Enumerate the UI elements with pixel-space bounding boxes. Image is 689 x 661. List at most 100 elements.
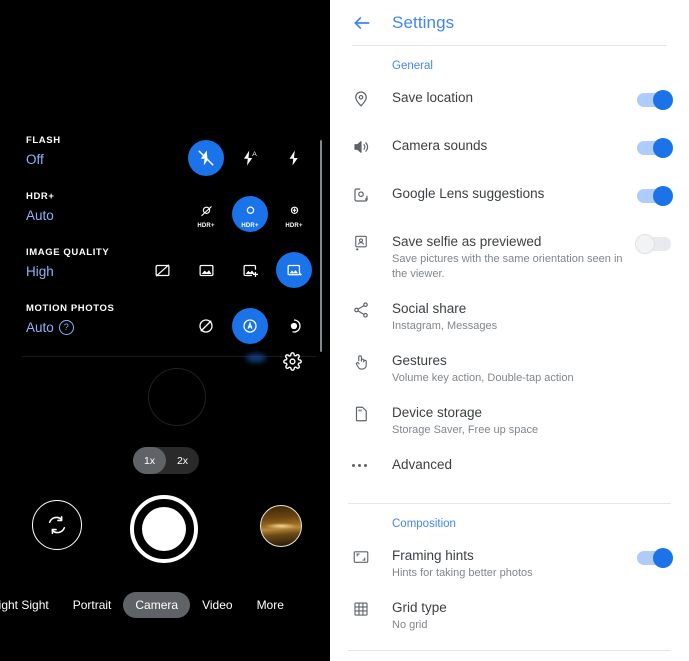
toggle-google-lens-suggestions[interactable] (637, 186, 673, 206)
switch-camera-icon[interactable] (32, 500, 82, 550)
image-off-icon[interactable] (144, 252, 180, 288)
toggle-knob (653, 186, 673, 206)
settings-row-advanced-text: Advanced (392, 456, 671, 474)
settings-row-social-share[interactable]: Social share Instagram, Messages (330, 291, 689, 343)
image-high-icon[interactable] (276, 252, 312, 288)
hdr-off-sublabel: HDR+ (197, 223, 215, 229)
back-arrow-icon[interactable] (352, 13, 372, 33)
settings-row-google-lens-text: Google Lens suggestions (392, 185, 637, 203)
camera-mode-more[interactable]: More (245, 592, 296, 618)
toggle-knob (653, 90, 673, 110)
screenshot-root: FLASH Off A HDR+ Auto HDR+ HDR+ HDR+ IMA… (0, 0, 689, 661)
settings-row-device-storage-text: Device storage Storage Saver, Free up sp… (392, 404, 671, 438)
google-lens-icon (352, 185, 392, 204)
motion-off-icon[interactable] (188, 308, 224, 344)
quick-setting-image-quality-options (136, 242, 312, 298)
quick-setting-flash-value: Off (26, 150, 166, 169)
settings-row-camera-sounds[interactable]: Camera sounds (330, 128, 689, 176)
settings-row-gestures-text: Gestures Volume key action, Double-tap a… (392, 352, 671, 386)
settings-row-title: Camera sounds (392, 138, 488, 153)
settings-row-subtitle: No grid (392, 619, 428, 631)
toggle-knob (653, 548, 673, 568)
settings-row-subtitle: Volume key action, Double-tap action (392, 372, 574, 384)
toggle-camera-sounds[interactable] (637, 138, 673, 158)
image-basic-icon[interactable] (188, 252, 224, 288)
quick-setting-hdr-title: HDR+ (26, 191, 55, 202)
camera-viewfinder-pane: FLASH Off A HDR+ Auto HDR+ HDR+ HDR+ IMA… (0, 0, 330, 661)
flash-on-icon[interactable] (276, 140, 312, 176)
quick-settings-scrollbar[interactable] (320, 140, 322, 352)
thumbnail-glow (265, 523, 297, 529)
quick-setting-hdr[interactable]: HDR+ Auto HDR+ HDR+ HDR+ (0, 186, 330, 242)
hdr-enhanced-icon[interactable]: HDR+ (276, 196, 312, 232)
zoom-option-1x[interactable]: 1x (133, 447, 166, 474)
quick-setting-flash-options: A (180, 130, 312, 186)
settings-row-save-selfie-as-previewed[interactable]: Save selfie as previewed Save pictures w… (330, 224, 689, 291)
shutter-button[interactable] (130, 495, 198, 563)
flash-off-icon[interactable] (188, 140, 224, 176)
settings-row-grid-type-text: Grid type No grid (392, 599, 671, 633)
zoom-level-toggle[interactable]: 1x 2x (133, 447, 199, 474)
quick-setting-flash-label: FLASH Off (26, 134, 166, 169)
grid-icon (352, 599, 392, 618)
next-row-selected-indicator (246, 354, 266, 362)
settings-header: Settings (330, 0, 689, 45)
quick-setting-hdr-value-text: Auto (26, 208, 54, 223)
settings-row-save-location-text: Save location (392, 89, 637, 107)
quick-setting-flash[interactable]: FLASH Off A (0, 130, 330, 186)
help-icon[interactable]: ? (58, 320, 74, 335)
settings-row-save-location[interactable]: Save location (330, 80, 689, 128)
settings-row-subtitle: Hints for taking better photos (392, 567, 533, 579)
settings-row-advanced[interactable]: Advanced (330, 447, 689, 495)
settings-row-google-lens-suggestions[interactable]: Google Lens suggestions (330, 176, 689, 224)
camera-controls-bar (0, 495, 330, 567)
settings-row-subtitle: Save pictures with the same orientation … (392, 253, 623, 280)
quick-setting-image-quality-value-text: High (26, 264, 54, 279)
settings-row-title: Device storage (392, 405, 483, 420)
quick-setting-hdr-value: Auto (26, 206, 166, 225)
quick-setting-motion-photos-title: MOTION PHOTOS (26, 303, 115, 314)
bottom-divider (348, 650, 671, 651)
toggle-framing-hints[interactable] (637, 548, 673, 568)
settings-row-framing-hints-text: Framing hints Hints for taking better ph… (392, 547, 637, 581)
settings-row-title: Framing hints (392, 548, 474, 563)
settings-title: Settings (392, 12, 455, 32)
quick-setting-motion-photos-value: Auto ? (26, 318, 166, 337)
settings-row-subtitle: Instagram, Messages (392, 320, 498, 332)
motion-on-icon[interactable] (276, 308, 312, 344)
settings-row-gestures[interactable]: Gestures Volume key action, Double-tap a… (330, 343, 689, 395)
last-photo-thumbnail[interactable] (260, 505, 302, 547)
camera-mode-video[interactable]: Video (190, 592, 244, 618)
quick-settings-panel: FLASH Off A HDR+ Auto HDR+ HDR+ HDR+ IMA… (0, 130, 330, 426)
selfie-flip-icon (352, 233, 392, 252)
settings-row-subtitle: Storage Saver, Free up space (392, 424, 539, 436)
flash-auto-icon[interactable]: A (232, 140, 268, 176)
hdr-off-icon[interactable]: HDR+ (188, 196, 224, 232)
settings-row-title: Google Lens suggestions (392, 186, 545, 201)
motion-auto-icon[interactable] (232, 308, 268, 344)
camera-mode-tabs: Night Sight Portrait Camera Video More (0, 588, 330, 622)
share-icon (352, 300, 392, 319)
ripple-highlight (148, 368, 206, 426)
image-plus-icon[interactable] (232, 252, 268, 288)
settings-row-title: Grid type (392, 600, 447, 615)
camera-mode-portrait[interactable]: Portrait (61, 592, 124, 618)
hdr-auto-icon[interactable]: HDR+ (232, 196, 268, 232)
quick-setting-flash-title: FLASH (26, 135, 61, 146)
settings-pane: Settings General Save location Camera so… (330, 0, 689, 661)
settings-gear-icon[interactable] (283, 352, 302, 376)
settings-row-device-storage[interactable]: Device storage Storage Saver, Free up sp… (330, 395, 689, 447)
settings-row-grid-type[interactable]: Grid type No grid (330, 590, 689, 642)
toggle-save-selfie-as-previewed[interactable] (635, 234, 671, 254)
toggle-save-location[interactable] (637, 90, 673, 110)
toggle-knob (653, 138, 673, 158)
quick-setting-hdr-label: HDR+ Auto (26, 190, 166, 225)
zoom-option-2x[interactable]: 2x (166, 447, 199, 474)
quick-setting-motion-photos[interactable]: MOTION PHOTOS Auto ? (0, 298, 330, 354)
settings-row-framing-hints[interactable]: Framing hints Hints for taking better ph… (330, 538, 689, 590)
quick-setting-motion-photos-value-text: Auto (26, 320, 54, 335)
quick-setting-image-quality[interactable]: IMAGE QUALITY High (0, 242, 330, 298)
camera-mode-night-sight[interactable]: Night Sight (0, 592, 61, 618)
hdr-auto-sublabel: HDR+ (241, 223, 259, 229)
camera-mode-camera[interactable]: Camera (123, 592, 191, 618)
